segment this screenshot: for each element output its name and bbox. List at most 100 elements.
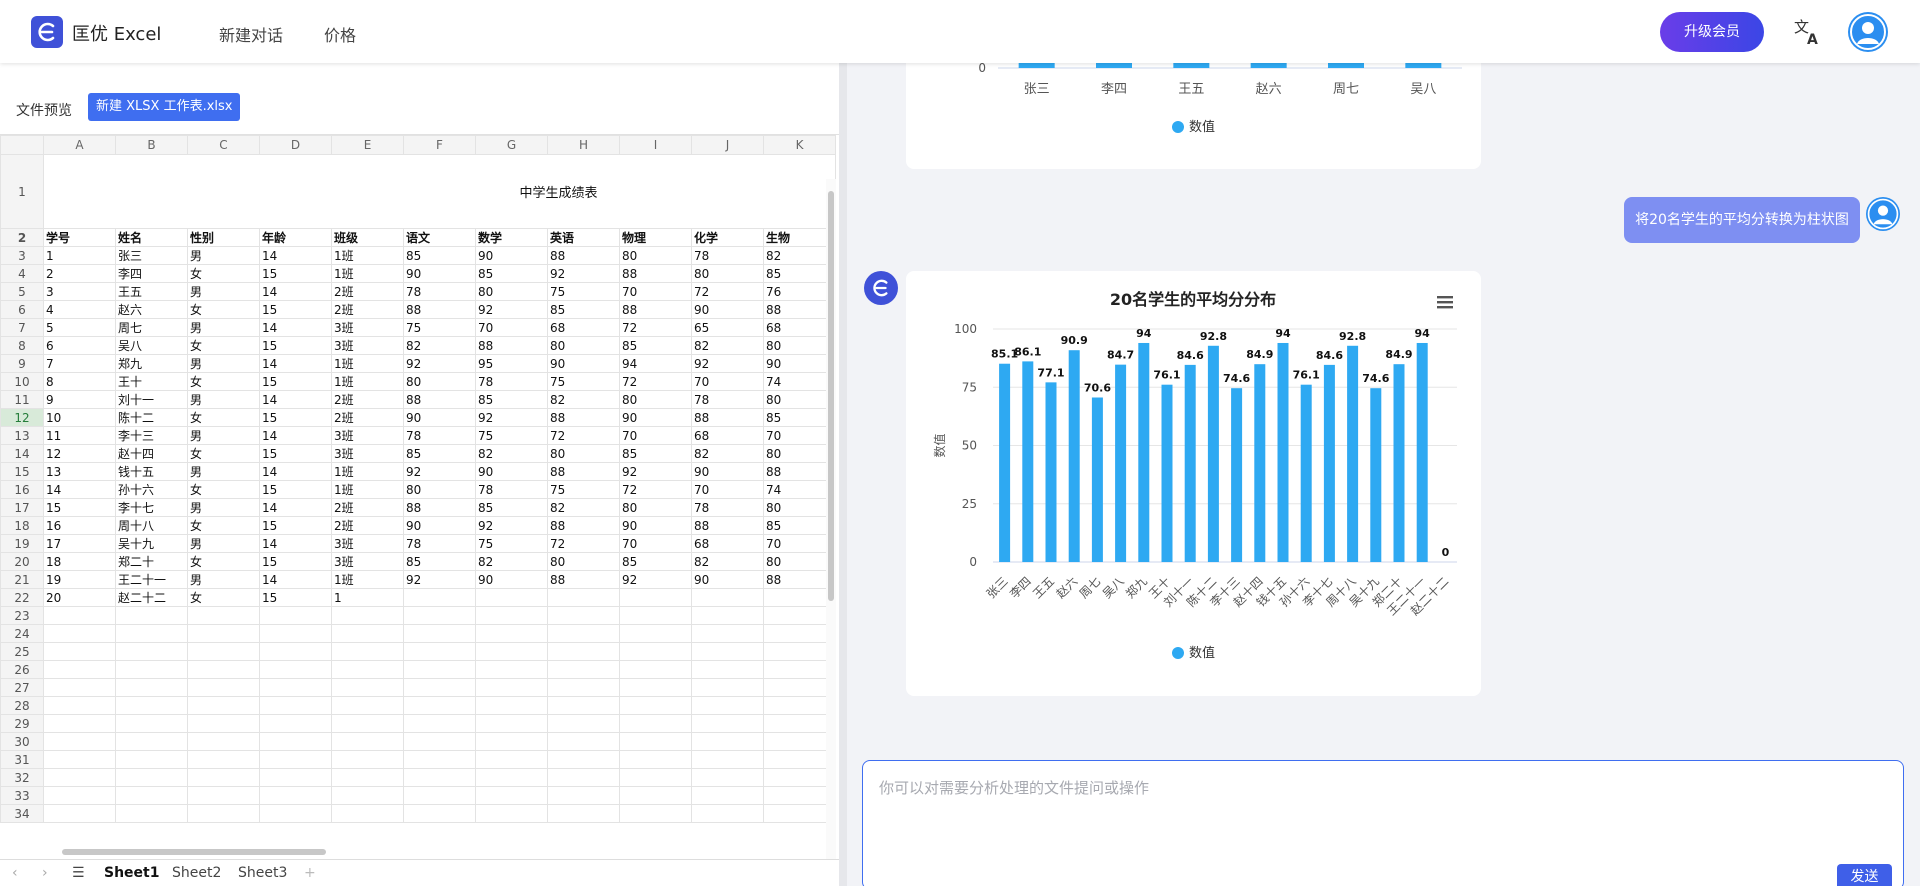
cell[interactable]: 85 — [763, 516, 836, 535]
cell[interactable]: 王十 — [115, 372, 188, 391]
cell[interactable]: 英语 — [547, 228, 620, 247]
send-button[interactable]: 发送 — [1837, 864, 1892, 886]
row-header[interactable]: 6 — [0, 300, 44, 319]
cell[interactable]: 92 — [403, 462, 476, 481]
cell[interactable] — [259, 786, 332, 805]
cell[interactable] — [331, 696, 404, 715]
cell[interactable] — [115, 642, 188, 661]
cell[interactable]: 85 — [475, 264, 548, 283]
app-title[interactable]: 匡优 Excel — [72, 20, 161, 46]
cell[interactable]: 男 — [187, 534, 260, 553]
cell[interactable]: 2班 — [331, 516, 404, 535]
cell[interactable]: 生物 — [763, 228, 836, 247]
cell[interactable]: 王二十一 — [115, 570, 188, 589]
cell[interactable] — [475, 804, 548, 823]
cell[interactable]: 80 — [403, 480, 476, 499]
cell[interactable]: 88 — [547, 408, 620, 427]
cell[interactable] — [115, 804, 188, 823]
cell[interactable] — [187, 642, 260, 661]
cell[interactable]: 92 — [691, 354, 764, 373]
cell[interactable] — [691, 660, 764, 679]
cell[interactable] — [475, 642, 548, 661]
row-header[interactable]: 21 — [0, 570, 44, 589]
cell[interactable]: 15 — [259, 480, 332, 499]
cell[interactable] — [475, 732, 548, 751]
cell[interactable]: 90 — [691, 300, 764, 319]
cell[interactable]: 14 — [259, 246, 332, 265]
cell[interactable]: 化学 — [691, 228, 764, 247]
cell[interactable] — [43, 786, 116, 805]
cell[interactable] — [331, 732, 404, 751]
cell[interactable] — [115, 750, 188, 769]
cell[interactable]: 68 — [547, 318, 620, 337]
row-header[interactable]: 31 — [0, 750, 44, 769]
cell[interactable]: 80 — [619, 390, 692, 409]
cell[interactable] — [43, 696, 116, 715]
translate-icon[interactable]: 文 A — [1793, 18, 1823, 46]
cell[interactable] — [403, 660, 476, 679]
cell[interactable]: 2班 — [331, 300, 404, 319]
cell[interactable]: 78 — [691, 498, 764, 517]
cell[interactable]: 郑九 — [115, 354, 188, 373]
cell[interactable]: 15 — [259, 552, 332, 571]
cell[interactable]: 78 — [475, 372, 548, 391]
cell[interactable] — [475, 714, 548, 733]
row-header[interactable]: 8 — [0, 336, 44, 355]
cell[interactable]: 70 — [763, 426, 836, 445]
cell[interactable]: 80 — [547, 444, 620, 463]
cell[interactable]: 3班 — [331, 318, 404, 337]
cell[interactable] — [619, 678, 692, 697]
cell[interactable]: 王五 — [115, 282, 188, 301]
row-header[interactable]: 23 — [0, 606, 44, 625]
cell[interactable] — [403, 786, 476, 805]
cell[interactable] — [43, 660, 116, 679]
row-header[interactable]: 17 — [0, 498, 44, 517]
cell[interactable]: 75 — [547, 372, 620, 391]
row-header[interactable]: 16 — [0, 480, 44, 499]
cell[interactable]: 85 — [763, 264, 836, 283]
cell[interactable]: 17 — [43, 534, 116, 553]
cell[interactable]: 78 — [403, 426, 476, 445]
cell[interactable] — [403, 768, 476, 787]
cell[interactable]: 82 — [691, 444, 764, 463]
cell[interactable]: 90 — [763, 354, 836, 373]
cell[interactable] — [763, 768, 836, 787]
row-header[interactable]: 19 — [0, 534, 44, 553]
cell[interactable] — [619, 606, 692, 625]
cell[interactable]: 14 — [259, 282, 332, 301]
cell[interactable]: 80 — [547, 336, 620, 355]
cell[interactable] — [547, 786, 620, 805]
cell[interactable]: 性别 — [187, 228, 260, 247]
cell[interactable]: 女 — [187, 336, 260, 355]
cell[interactable] — [43, 642, 116, 661]
cell[interactable] — [763, 660, 836, 679]
cell[interactable]: 70 — [619, 282, 692, 301]
cell[interactable]: 14 — [259, 318, 332, 337]
cell[interactable] — [331, 624, 404, 643]
cell[interactable] — [547, 714, 620, 733]
cell[interactable] — [187, 660, 260, 679]
cell[interactable]: 72 — [619, 318, 692, 337]
row-header[interactable]: 7 — [0, 318, 44, 337]
tab-sheet2[interactable]: Sheet2 — [172, 865, 221, 881]
cell[interactable]: 男 — [187, 318, 260, 337]
cell[interactable]: 88 — [403, 300, 476, 319]
row-header[interactable]: 2 — [0, 228, 44, 247]
cell[interactable]: 3班 — [331, 552, 404, 571]
cell[interactable]: 80 — [403, 372, 476, 391]
cell[interactable]: 学号 — [43, 228, 116, 247]
cell[interactable]: 72 — [619, 480, 692, 499]
cell[interactable]: 90 — [403, 408, 476, 427]
cell[interactable] — [619, 624, 692, 643]
cell[interactable]: 3班 — [331, 534, 404, 553]
cell[interactable]: 14 — [259, 570, 332, 589]
cell[interactable] — [115, 606, 188, 625]
row-header[interactable]: 3 — [0, 246, 44, 265]
add-sheet-icon[interactable]: + — [304, 865, 316, 881]
cell[interactable]: 14 — [259, 462, 332, 481]
row-header[interactable]: 22 — [0, 588, 44, 607]
cell[interactable] — [259, 624, 332, 643]
cell[interactable]: 88 — [619, 300, 692, 319]
cell[interactable]: 男 — [187, 390, 260, 409]
cell[interactable] — [43, 750, 116, 769]
